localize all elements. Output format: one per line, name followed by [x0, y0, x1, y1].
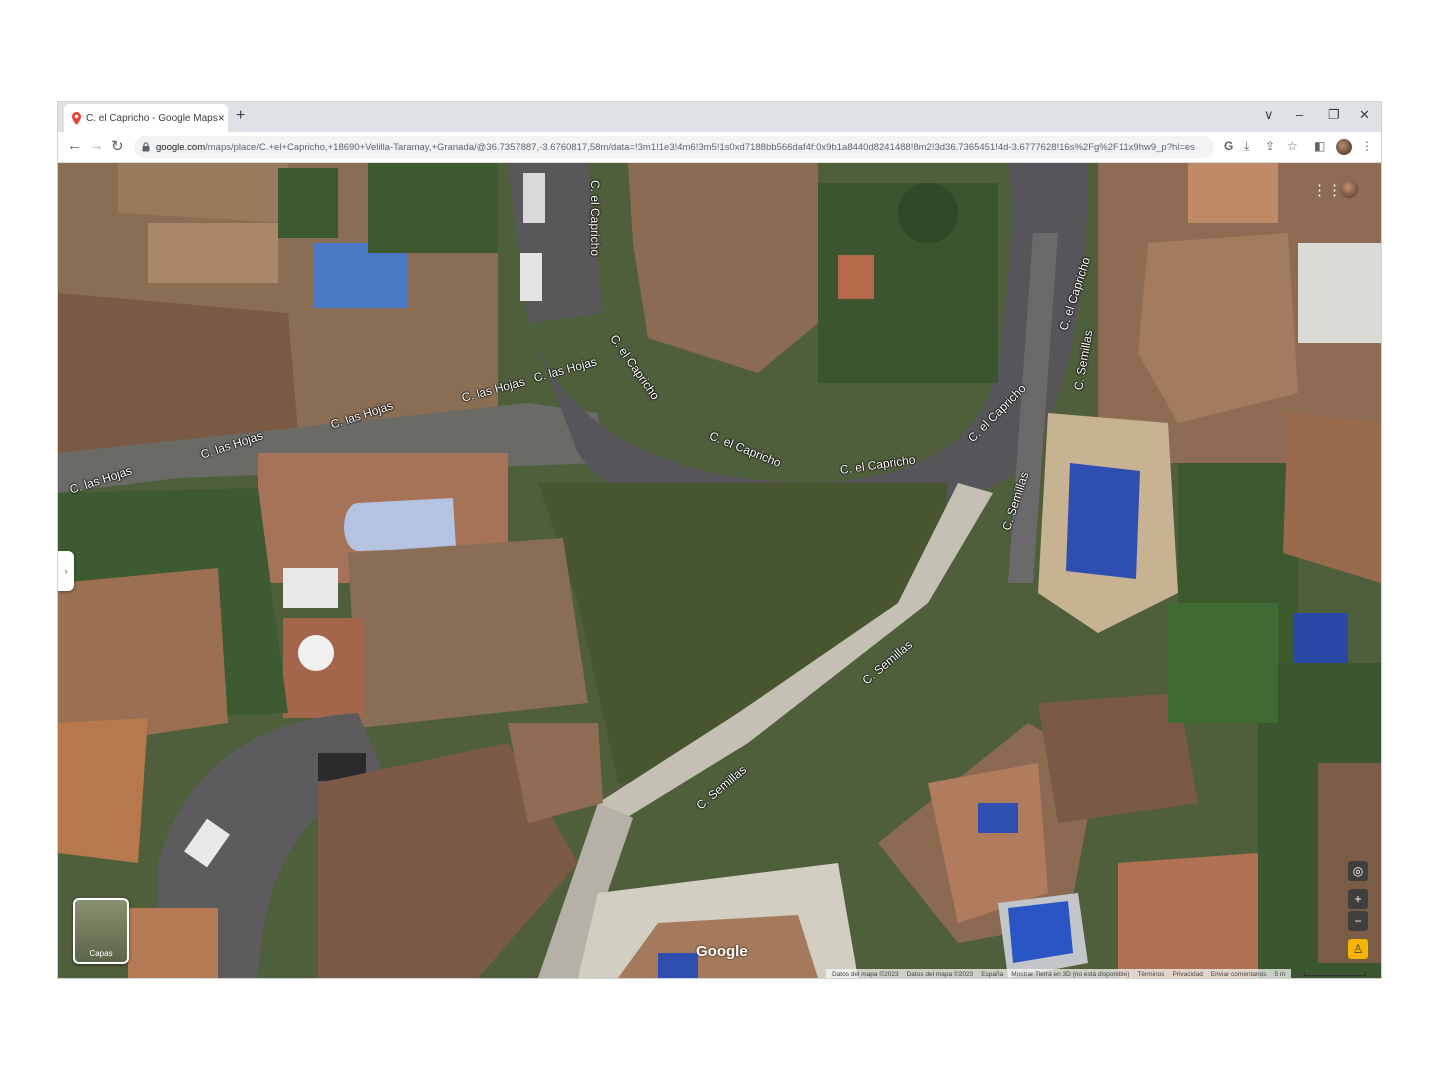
layers-button[interactable]: Capas [73, 898, 129, 964]
attribution-terms[interactable]: Términos [1137, 971, 1164, 978]
attribution-country[interactable]: España [981, 971, 1003, 978]
tab-google-maps[interactable]: C. el Capricho - Google Maps × [64, 104, 228, 132]
attribution-privacy[interactable]: Privacidad [1172, 971, 1202, 978]
close-window-button[interactable]: ✕ [1359, 107, 1370, 123]
lock-icon [142, 142, 150, 152]
minimize-button[interactable]: – [1296, 107, 1303, 122]
new-tab-button[interactable]: + [236, 107, 245, 125]
account-avatar[interactable] [1340, 180, 1358, 198]
star-icon[interactable]: ☆ [1287, 139, 1298, 153]
profile-icon[interactable] [1336, 139, 1352, 155]
share-icon[interactable]: ⇪ [1265, 139, 1275, 153]
attribution-3d[interactable]: Mostrar Tierra en 3D (no está disponible… [1011, 971, 1129, 978]
zoom-out-button[interactable]: − [1348, 911, 1368, 931]
sidepanel-icon[interactable]: ◧ [1314, 139, 1325, 153]
pegman-icon[interactable]: ♙ [1348, 939, 1368, 959]
browser-toolbar: ← → ↻ google.com/maps/place/C.+el+Capric… [58, 132, 1381, 163]
side-panel-toggle[interactable]: › [58, 551, 74, 591]
back-button[interactable]: ← [67, 137, 82, 154]
my-location-icon[interactable]: ◎ [1348, 861, 1368, 881]
reload-button[interactable]: ↻ [111, 137, 124, 155]
zoom-in-button[interactable]: + [1348, 889, 1368, 909]
satellite-imagery [58, 163, 1381, 978]
map-controls: ◎ + − ♙ [1348, 861, 1368, 965]
layers-label: Capas [89, 949, 113, 958]
attribution-feedback[interactable]: Enviar comentarios [1211, 971, 1267, 978]
url-host: google.com [156, 141, 206, 153]
download-icon[interactable]: ⤓ [1244, 139, 1249, 154]
browser-window: C. el Capricho - Google Maps × + ∨ – ❐ ✕… [58, 102, 1381, 978]
address-bar[interactable]: google.com/maps/place/C.+el+Capricho,+18… [134, 136, 1214, 158]
tab-strip: C. el Capricho - Google Maps × + ∨ – ❐ ✕ [58, 102, 1381, 132]
tab-search-icon[interactable]: ∨ [1264, 107, 1274, 123]
scale-bar [1304, 972, 1366, 976]
map-attribution: Datos del mapa ©2023 Datos del mapa ©202… [826, 969, 1292, 978]
attribution-data: Datos del mapa ©2023 [906, 970, 974, 978]
tab-title: C. el Capricho - Google Maps [86, 112, 218, 124]
forward-button[interactable]: → [89, 137, 104, 154]
google-icon[interactable]: G [1224, 139, 1233, 153]
url-path: /maps/place/C.+el+Capricho,+18690+Velill… [205, 141, 1195, 153]
menu-icon[interactable]: ⋮ [1361, 139, 1373, 153]
maps-pin-icon [72, 111, 81, 125]
restore-button[interactable]: ❐ [1328, 107, 1340, 123]
url-text: google.com/maps/place/C.+el+Capricho,+18… [156, 142, 1195, 153]
attribution-data: Datos del mapa ©2023 [832, 970, 899, 978]
google-logo: Google [696, 943, 748, 960]
tab-close-icon[interactable]: × [218, 111, 225, 125]
scale-label: 5 m [1274, 970, 1286, 978]
street-label: C. el Capricho [588, 180, 602, 257]
satellite-map[interactable]: C. el Capricho C. las Hojas C. las Hojas… [58, 163, 1381, 978]
